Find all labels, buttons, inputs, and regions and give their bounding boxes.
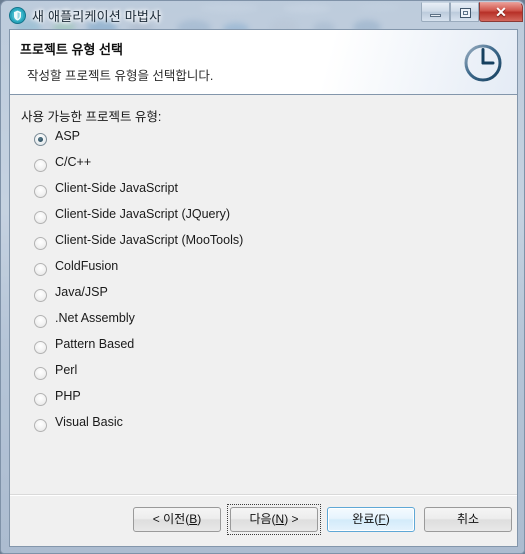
radio-button-icon[interactable] (34, 237, 47, 250)
close-button[interactable]: ✕ (479, 2, 523, 22)
clock-circle-logo-icon (461, 41, 505, 85)
minimize-icon (430, 14, 441, 17)
radio-option-label: Visual Basic (55, 415, 123, 429)
radio-button-icon[interactable] (34, 133, 47, 146)
radio-button-icon[interactable] (34, 315, 47, 328)
minimize-button[interactable] (421, 2, 450, 22)
title-bar[interactable]: 새 애플리케이션 마법사 ✕ (1, 1, 525, 31)
radio-option-net-assembly[interactable]: .Net Assembly (34, 310, 454, 336)
radio-option-client-side-javascript-mootools[interactable]: Client-Side JavaScript (MooTools) (34, 232, 454, 258)
finish-button[interactable]: 완료(F) (327, 507, 415, 532)
radio-option-java-jsp[interactable]: Java/JSP (34, 284, 454, 310)
radio-option-label: Pattern Based (55, 337, 135, 351)
shield-circle-icon (9, 7, 26, 24)
radio-option-c-c[interactable]: C/C++ (34, 154, 454, 180)
radio-button-icon[interactable] (34, 211, 47, 224)
radio-option-client-side-javascript[interactable]: Client-Side JavaScript (34, 180, 454, 206)
radio-option-visual-basic[interactable]: Visual Basic (34, 414, 454, 440)
next-button[interactable]: 다음(N) > (230, 507, 318, 532)
radio-option-label: ColdFusion (55, 259, 119, 273)
radio-button-icon[interactable] (34, 159, 47, 172)
radio-option-label: Perl (55, 363, 78, 377)
radio-option-label: Client-Side JavaScript (MooTools) (55, 233, 244, 247)
radio-option-coldfusion[interactable]: ColdFusion (34, 258, 454, 284)
window-title: 새 애플리케이션 마법사 (32, 9, 162, 24)
maximize-button[interactable] (450, 2, 479, 22)
dialog-button-bar: < 이전(B) 다음(N) > 완료(F) 취소 (10, 494, 517, 546)
dialog-window: 새 애플리케이션 마법사 ✕ 프로젝트 유형 선택 작성할 프로젝트 유형을 선… (0, 0, 525, 554)
radio-option-label: Java/JSP (55, 285, 108, 299)
radio-option-label: Client-Side JavaScript (JQuery) (55, 207, 231, 221)
restore-icon (460, 8, 471, 18)
radio-option-label: C/C++ (55, 155, 92, 169)
radio-option-client-side-javascript-jquery[interactable]: Client-Side JavaScript (JQuery) (34, 206, 454, 232)
radio-option-label: PHP (55, 389, 81, 403)
page-description: 작성할 프로젝트 유형을 선택합니다. (27, 69, 214, 83)
back-button[interactable]: < 이전(B) (133, 507, 221, 532)
radio-button-icon[interactable] (34, 419, 47, 432)
radio-option-label: ASP (55, 129, 81, 143)
close-icon: ✕ (495, 4, 507, 20)
radio-option-pattern-based[interactable]: Pattern Based (34, 336, 454, 362)
radio-option-perl[interactable]: Perl (34, 362, 454, 388)
available-project-types-label: 사용 가능한 프로젝트 유형: (21, 110, 162, 124)
project-type-radio-group[interactable]: ASP C/C++ Client-Side JavaScript Client-Sid… (34, 128, 454, 440)
radio-button-icon[interactable] (34, 185, 47, 198)
radio-option-label: Client-Side JavaScript (55, 181, 178, 195)
wizard-content: 사용 가능한 프로젝트 유형: ASP C/C++ Client-Side Java… (10, 95, 517, 495)
radio-option-asp[interactable]: ASP (34, 128, 454, 154)
radio-option-label: .Net Assembly (55, 311, 135, 325)
wizard-header: 프로젝트 유형 선택 작성할 프로젝트 유형을 선택합니다. (10, 30, 517, 95)
radio-button-icon[interactable] (34, 341, 47, 354)
radio-button-icon[interactable] (34, 367, 47, 380)
page-title: 프로젝트 유형 선택 (20, 42, 123, 57)
radio-option-php[interactable]: PHP (34, 388, 454, 414)
radio-button-icon[interactable] (34, 263, 47, 276)
radio-button-icon[interactable] (34, 393, 47, 406)
dialog-client-area: 프로젝트 유형 선택 작성할 프로젝트 유형을 선택합니다. 사용 가능한 프로… (9, 29, 518, 547)
radio-button-icon[interactable] (34, 289, 47, 302)
cancel-button[interactable]: 취소 (424, 507, 512, 532)
